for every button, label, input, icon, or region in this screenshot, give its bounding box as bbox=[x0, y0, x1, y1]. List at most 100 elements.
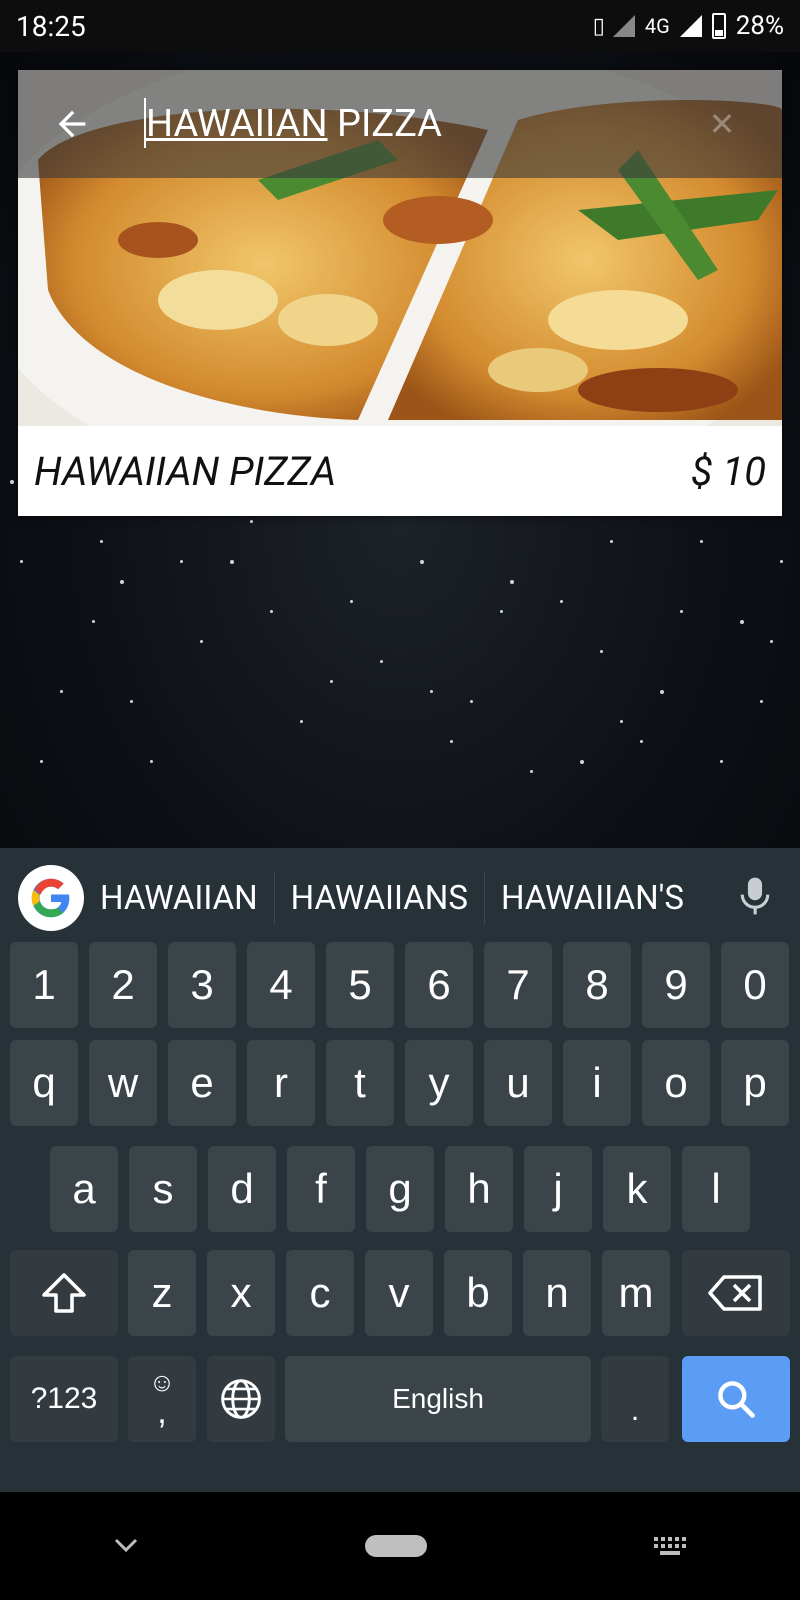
result-caption: HAWAIIAN PIZZA $ 10 bbox=[18, 426, 782, 516]
back-button[interactable] bbox=[36, 88, 108, 160]
key-p[interactable]: p bbox=[721, 1040, 789, 1126]
key-c[interactable]: c bbox=[286, 1250, 354, 1336]
star bbox=[250, 520, 253, 523]
backspace-key[interactable] bbox=[682, 1250, 790, 1336]
comma-key[interactable]: ☺, bbox=[128, 1356, 196, 1442]
space-key[interactable]: English bbox=[285, 1356, 591, 1442]
star bbox=[530, 770, 533, 773]
hide-keyboard-chevron-icon[interactable] bbox=[112, 1536, 140, 1556]
key-y[interactable]: y bbox=[405, 1040, 473, 1126]
key-7[interactable]: 7 bbox=[484, 942, 552, 1028]
key-t[interactable]: t bbox=[326, 1040, 394, 1126]
star bbox=[230, 560, 234, 564]
microphone-icon bbox=[740, 877, 770, 915]
key-g[interactable]: g bbox=[366, 1146, 434, 1232]
key-j[interactable]: j bbox=[524, 1146, 592, 1232]
star bbox=[20, 560, 23, 563]
key-z[interactable]: z bbox=[128, 1250, 196, 1336]
key-u[interactable]: u bbox=[484, 1040, 552, 1126]
key-8[interactable]: 8 bbox=[563, 942, 631, 1028]
soft-keyboard: HAWAIIAN HAWAIIANS HAWAIIAN'S 1234567890… bbox=[0, 848, 800, 1492]
key-s[interactable]: s bbox=[129, 1146, 197, 1232]
key-b[interactable]: b bbox=[444, 1250, 512, 1336]
key-r[interactable]: r bbox=[247, 1040, 315, 1126]
key-3[interactable]: 3 bbox=[168, 942, 236, 1028]
key-4[interactable]: 4 bbox=[247, 942, 315, 1028]
star bbox=[720, 760, 723, 763]
key-n[interactable]: n bbox=[523, 1250, 591, 1336]
key-h[interactable]: h bbox=[445, 1146, 513, 1232]
wifi-signal-icon bbox=[612, 15, 635, 37]
search-action-key[interactable] bbox=[682, 1356, 790, 1442]
status-bar: 18:25 ▯ 4G 28% bbox=[0, 0, 800, 52]
language-key[interactable] bbox=[207, 1356, 275, 1442]
key-i[interactable]: i bbox=[563, 1040, 631, 1126]
key-d[interactable]: d bbox=[208, 1146, 276, 1232]
home-button[interactable] bbox=[364, 1535, 427, 1557]
key-a[interactable]: a bbox=[50, 1146, 118, 1232]
status-icons: ▯ 4G 28% bbox=[593, 11, 784, 41]
close-icon: ✕ bbox=[708, 105, 736, 143]
key-2[interactable]: 2 bbox=[89, 942, 157, 1028]
text-cursor bbox=[144, 98, 146, 148]
suggestion-3[interactable]: HAWAIIAN'S bbox=[485, 879, 700, 918]
star bbox=[100, 540, 103, 543]
key-9[interactable]: 9 bbox=[642, 942, 710, 1028]
microphone-button[interactable] bbox=[738, 876, 772, 920]
shift-key[interactable] bbox=[10, 1250, 118, 1336]
clear-search-button[interactable]: ✕ bbox=[704, 106, 740, 142]
emoji-icon: ☺ bbox=[148, 1367, 176, 1397]
key-k[interactable]: k bbox=[603, 1146, 671, 1232]
key-q[interactable]: q bbox=[10, 1040, 78, 1126]
key-l[interactable]: l bbox=[682, 1146, 750, 1232]
star bbox=[10, 480, 14, 484]
star bbox=[120, 580, 124, 584]
star bbox=[600, 650, 603, 653]
star bbox=[500, 610, 503, 613]
star bbox=[740, 620, 744, 624]
key-e[interactable]: e bbox=[168, 1040, 236, 1126]
google-logo-button[interactable] bbox=[18, 865, 84, 931]
key-6[interactable]: 6 bbox=[405, 942, 473, 1028]
key-m[interactable]: m bbox=[602, 1250, 670, 1336]
search-query-rest: PIZZA bbox=[327, 102, 442, 146]
key-5[interactable]: 5 bbox=[326, 942, 394, 1028]
search-input[interactable]: HAWAIIAN PIZZA bbox=[144, 98, 442, 148]
globe-icon bbox=[221, 1379, 261, 1419]
star bbox=[640, 740, 643, 743]
star bbox=[470, 700, 473, 703]
network-type: 4G bbox=[644, 14, 670, 38]
suggestion-1[interactable]: HAWAIIAN bbox=[84, 879, 274, 918]
key-0[interactable]: 0 bbox=[721, 942, 789, 1028]
symbols-key[interactable]: ?123 bbox=[10, 1356, 118, 1442]
cell-signal-icon bbox=[679, 15, 702, 37]
key-w[interactable]: w bbox=[89, 1040, 157, 1126]
star bbox=[330, 680, 333, 683]
star bbox=[560, 600, 563, 603]
search-query-composing: HAWAIIAN bbox=[146, 102, 328, 146]
suggestion-2[interactable]: HAWAIIANS bbox=[275, 879, 484, 918]
key-f[interactable]: f bbox=[287, 1146, 355, 1232]
star bbox=[780, 560, 783, 563]
backspace-icon bbox=[708, 1275, 762, 1311]
result-name: HAWAIIAN PIZZA bbox=[34, 447, 337, 495]
key-1[interactable]: 1 bbox=[10, 942, 78, 1028]
star bbox=[92, 620, 95, 623]
key-o[interactable]: o bbox=[642, 1040, 710, 1126]
star bbox=[620, 720, 623, 723]
shift-icon bbox=[42, 1273, 86, 1313]
search-bar: HAWAIIAN PIZZA ✕ bbox=[18, 70, 782, 178]
star bbox=[60, 690, 63, 693]
star bbox=[660, 690, 664, 694]
keyboard-switch-icon[interactable] bbox=[652, 1535, 688, 1557]
star bbox=[270, 610, 273, 613]
key-v[interactable]: v bbox=[365, 1250, 433, 1336]
comma-label: , bbox=[157, 1393, 167, 1431]
star bbox=[580, 760, 584, 764]
period-key[interactable]: . bbox=[601, 1356, 669, 1442]
key-x[interactable]: x bbox=[207, 1250, 275, 1336]
star bbox=[420, 560, 424, 564]
star bbox=[180, 560, 183, 563]
star bbox=[770, 640, 773, 643]
status-time: 18:25 bbox=[16, 9, 86, 43]
